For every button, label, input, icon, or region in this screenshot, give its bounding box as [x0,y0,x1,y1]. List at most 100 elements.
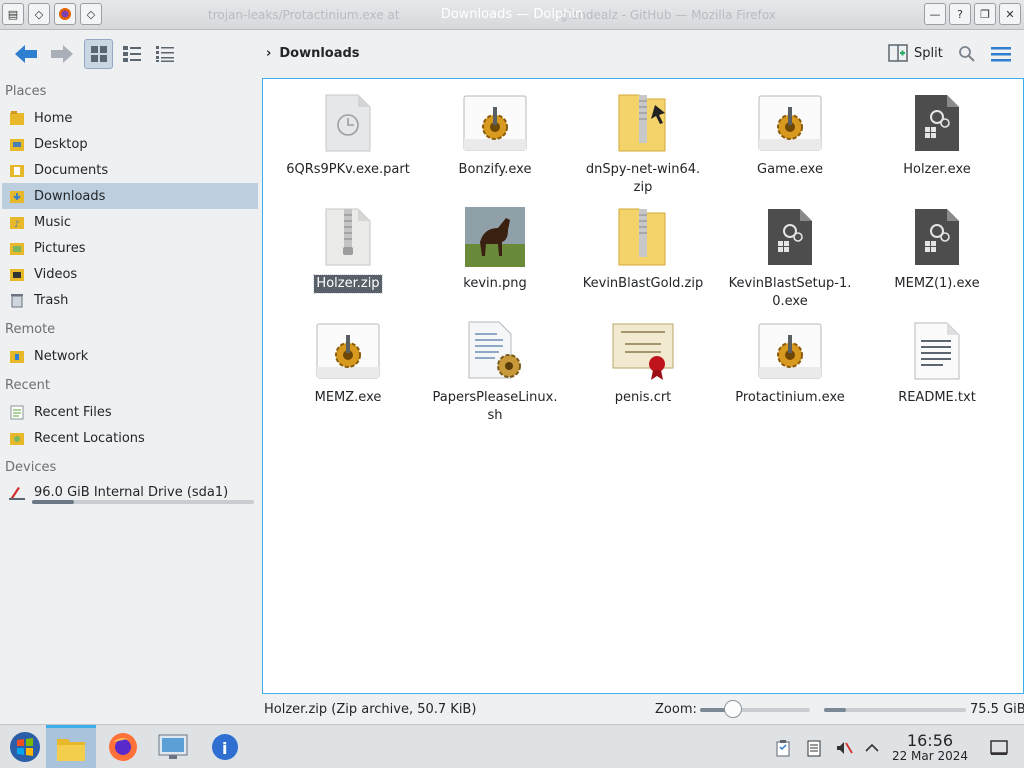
chevron-up-icon [865,743,879,752]
maximize-icon[interactable]: ❐ [974,3,996,25]
chevron-right-icon: › [266,46,272,61]
zip-folder-icon [573,89,713,157]
free-space-text: 75.5 GiB free [970,702,1024,717]
clipboard-tray[interactable] [772,737,794,759]
places-header: Places [5,84,47,99]
sidebar-item-label: Downloads [34,188,106,204]
main-toolbar: › Downloads Split [0,30,1024,78]
exe-gear-icon [720,89,860,157]
selection-info: Holzer.zip (Zip archive, 50.7 KiB) [264,702,477,717]
file-item[interactable]: penis.crt [573,317,713,407]
back-button[interactable] [8,39,44,69]
file-item[interactable]: Bonzify.exe [425,89,565,179]
exe-gear-icon [278,317,418,385]
drive-usage-bar [32,500,254,504]
window-title: Downloads — Dolphin [440,7,584,22]
help-icon[interactable]: ? [949,3,971,25]
sidebar-item-music[interactable]: ♪ Music [2,209,258,235]
sidebar-item-desktop[interactable]: Desktop [2,131,258,157]
breadcrumb-current[interactable]: Downloads [279,46,359,61]
file-item[interactable]: MEMZ.exe [278,317,418,407]
forward-button[interactable] [44,39,80,69]
info-icon: i [212,734,238,760]
file-item[interactable]: Game.exe [720,89,860,179]
volume-tray[interactable] [833,737,855,759]
taskbar-firefox[interactable] [98,725,148,768]
home-folder-icon [8,109,26,127]
zoom-slider-handle[interactable] [724,700,742,718]
start-menu-button[interactable] [0,725,50,768]
tray-expander[interactable] [861,737,883,759]
show-desktop-icon [990,740,1008,755]
muted-volume-icon [837,742,853,754]
firefox-icon [109,733,137,761]
clock-date[interactable]: 22 Mar 2024 [888,749,972,763]
sidebar-item-label: Home [34,110,73,126]
file-name: KevinBlastSetup-1. 0.exe [728,276,852,309]
hamburger-menu-button[interactable] [988,39,1014,69]
hamburger-menu-icon [991,47,1011,62]
taskbar-dolphin[interactable] [46,725,96,768]
exe-gear-icon [425,89,565,157]
file-item-selected[interactable]: Holzer.zip [278,203,418,294]
sidebar-item-recent-files[interactable]: Recent Files [2,399,258,425]
file-name: penis.crt [614,390,672,405]
back-arrow-icon [15,45,37,63]
taskbar-system-settings[interactable] [148,725,198,768]
close-icon[interactable]: ✕ [999,3,1021,25]
file-item[interactable]: Protactinium.exe [720,317,860,407]
file-item[interactable]: Holzer.exe [867,89,1007,179]
free-space-bar [824,708,966,712]
split-button[interactable]: Split [888,43,943,63]
sidebar-item-label: Trash [34,292,69,308]
clipboard-icon [776,740,790,757]
zoom-slider[interactable] [700,708,810,712]
sidebar-item-network[interactable]: Network [2,343,258,369]
taskbar: i 16:56 22 Mar 2024 [0,724,1024,768]
file-name: Game.exe [757,162,823,177]
file-item[interactable]: MEMZ(1).exe [867,203,1007,293]
sidebar-item-documents[interactable]: Documents [2,157,258,183]
recent-locations-icon [8,429,26,447]
clock-time[interactable]: 16:56 [900,731,960,750]
file-item[interactable]: 6QRs9PKv.exe.part [278,89,418,179]
minimize-icon[interactable]: — [924,3,946,25]
file-item[interactable]: README.txt [867,317,1007,407]
breadcrumb[interactable]: › Downloads [266,46,360,61]
show-desktop-button[interactable] [988,737,1010,759]
file-item[interactable]: PapersPleaseLinux. sh [425,317,565,425]
sidebar-item-videos[interactable]: Videos [2,261,258,287]
file-item[interactable]: dnSpy-net-win64. zip [573,89,713,197]
downloads-folder-icon [8,187,26,205]
sidebar-item-label: Videos [34,266,78,282]
sidebar-item-trash[interactable]: Trash [2,287,258,313]
sidebar-item-label: Documents [34,162,109,178]
file-view[interactable]: 6QRs9PKv.exe.part Bonzify.exe dnSpy-net-… [262,78,1024,694]
sidebar-item-label: Recent Files [34,404,112,420]
sidebar-item-home[interactable]: Home [2,105,258,131]
free-space-fill [824,708,846,712]
forward-arrow-icon [51,45,73,63]
icons-view-button[interactable] [84,39,114,69]
compact-view-button[interactable] [117,39,146,69]
taskbar-info-center[interactable]: i [200,725,250,768]
recent-header: Recent [5,378,50,393]
sidebar-item-recent-locations[interactable]: Recent Locations [2,425,258,451]
titlebar-right-buttons: — ? ❐ ✕ [924,3,1021,25]
sidebar-item-pictures[interactable]: Pictures [2,235,258,261]
documents-folder-icon [8,161,26,179]
places-panel: Places Home Desktop Documents Downloads … [0,78,262,696]
notes-icon [807,740,821,757]
recent-files-icon [8,403,26,421]
notes-tray[interactable] [803,737,825,759]
file-item[interactable]: KevinBlastSetup-1. 0.exe [720,203,860,311]
executable-icon [867,89,1007,157]
file-item[interactable]: KevinBlastGold.zip [573,203,713,293]
details-view-button[interactable] [151,39,180,69]
remote-header: Remote [5,322,56,337]
executable-icon [867,203,1007,271]
file-item[interactable]: kevin.png [425,203,565,293]
certificate-icon [573,317,713,385]
search-button[interactable] [954,39,980,69]
sidebar-item-downloads[interactable]: Downloads [2,183,258,209]
